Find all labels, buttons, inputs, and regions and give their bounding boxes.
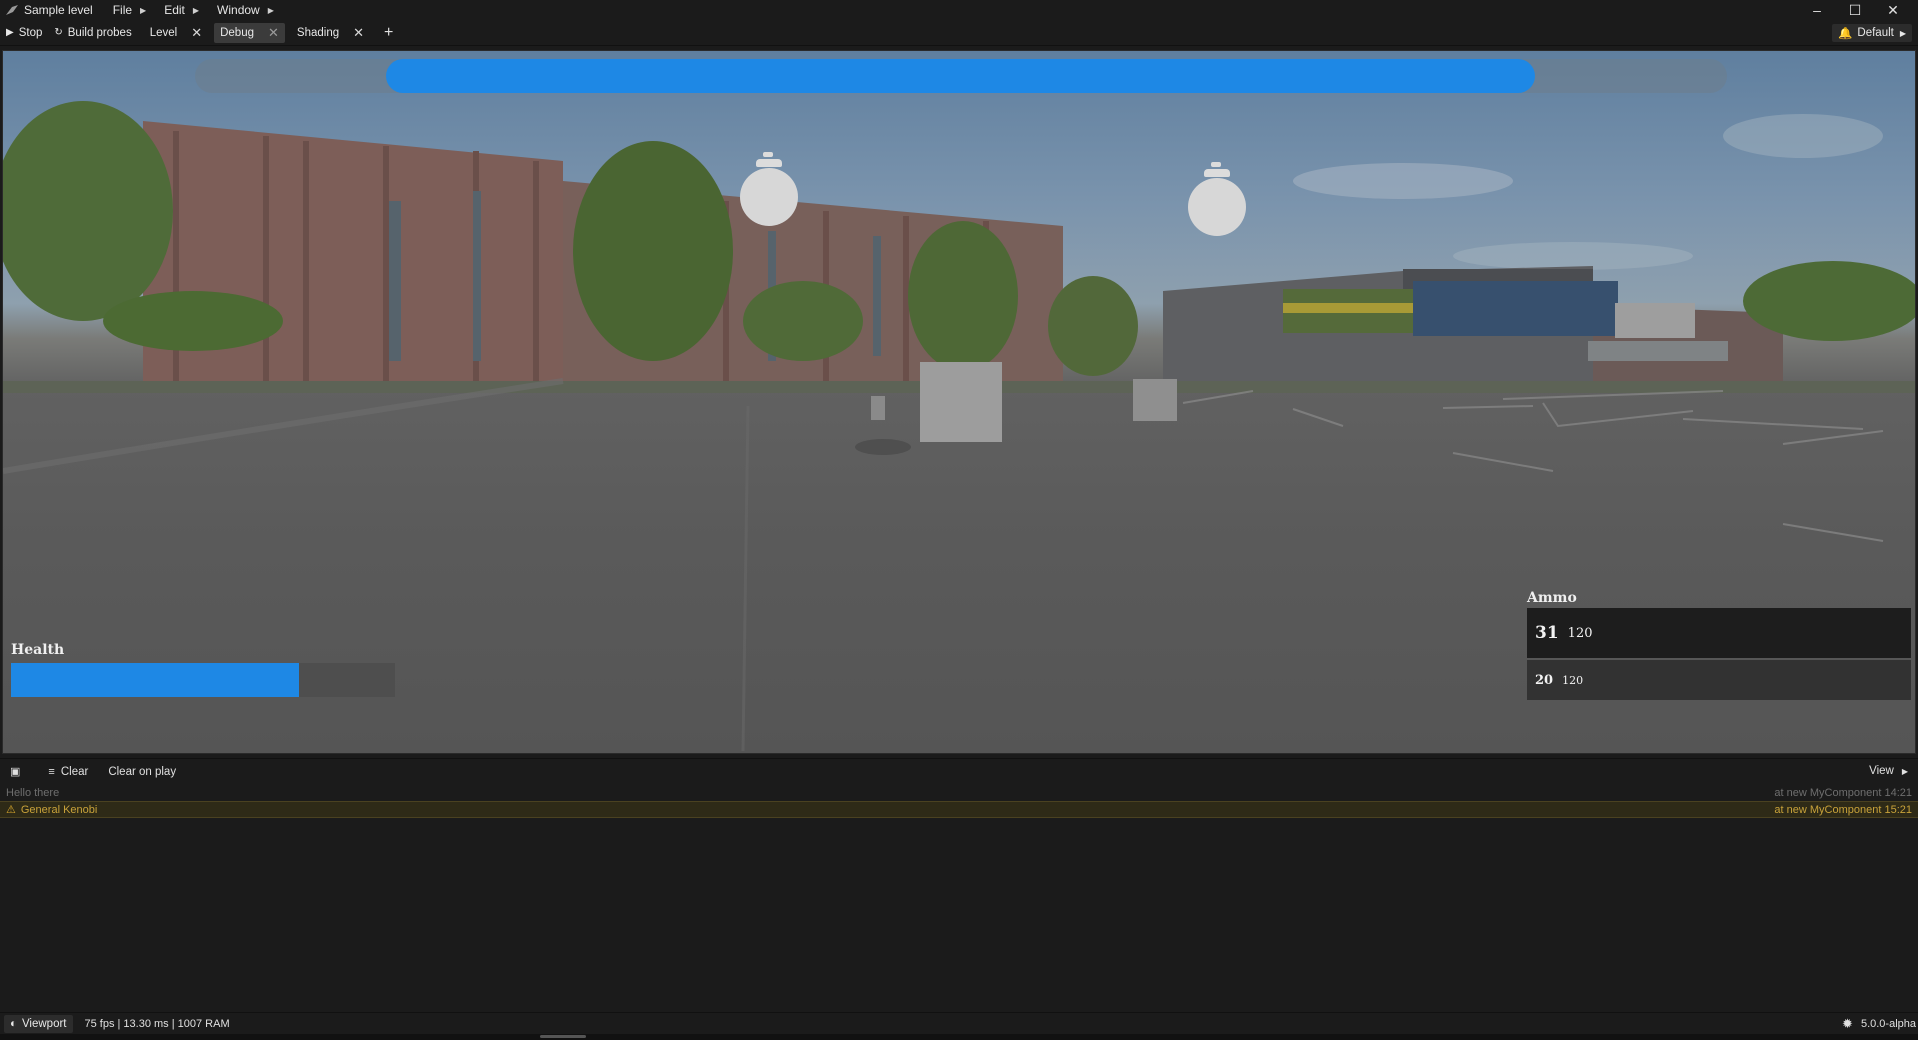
- title-bar: Sample level File ▶ Edit ▶ Window ▶ – ☐ ✕: [0, 0, 1918, 20]
- ammo-label: Ammo: [1527, 590, 1577, 606]
- grey-box[interactable]: [1133, 379, 1177, 421]
- stop-label: Stop: [18, 26, 43, 39]
- menu-file-label: File: [112, 3, 133, 17]
- refresh-icon: ↻: [54, 27, 63, 38]
- add-tab-button[interactable]: +: [384, 24, 393, 42]
- version-label: 5.0.0-alpha: [1860, 1018, 1916, 1030]
- close-tab-icon[interactable]: ✕: [268, 25, 279, 41]
- light-probe-orb[interactable]: [740, 168, 798, 226]
- ammo-reserve: 120: [1567, 625, 1593, 641]
- tab-shading[interactable]: Shading ✕: [291, 23, 370, 43]
- window-controls: – ☐ ✕: [1798, 0, 1912, 20]
- chevron-right-icon: ▶: [267, 5, 274, 15]
- ammo-row-secondary: 20 120: [1527, 660, 1911, 700]
- clear-on-play-label: Clear on play: [108, 765, 177, 778]
- status-bar: ◐ Viewport 75 fps | 13.30 ms | 1007 RAM …: [0, 1012, 1918, 1034]
- terminal-icon: ▣: [10, 766, 21, 778]
- tab-debug[interactable]: Debug ✕: [214, 22, 285, 43]
- log-source[interactable]: at new MyComponent 14:21: [1774, 787, 1912, 799]
- menu-window-label: Window: [217, 3, 260, 17]
- tab-level-label: Level: [149, 26, 178, 39]
- orb-top-cap: [1211, 162, 1221, 167]
- viewport-label: Viewport: [21, 1017, 67, 1030]
- close-button[interactable]: ✕: [1874, 2, 1912, 19]
- stop-button[interactable]: ▶ Stop: [6, 27, 42, 39]
- console-log[interactable]: Hello there at new MyComponent 14:21 ⚠ G…: [0, 784, 1918, 1000]
- bell-icon: 🔔: [1838, 28, 1853, 40]
- chevron-right-icon: ▶: [1899, 28, 1906, 38]
- minimize-button[interactable]: –: [1798, 2, 1836, 18]
- bug-icon[interactable]: ✹: [1842, 1016, 1853, 1032]
- stop-play-icon: ▶: [6, 27, 14, 38]
- ammo-current: 31: [1535, 623, 1559, 643]
- ammo-reserve: 120: [1562, 673, 1584, 687]
- log-row-warning[interactable]: ⚠ General Kenobi at new MyComponent 15:2…: [0, 801, 1918, 818]
- console-toolbar: ▣ ≡ Clear Clear on play View ▶: [0, 758, 1918, 784]
- menu-edit[interactable]: Edit ▶: [164, 3, 199, 17]
- grey-cube[interactable]: [920, 362, 1002, 442]
- light-probe-orb[interactable]: [1188, 178, 1246, 236]
- version-info: ✹ 5.0.0-alpha: [1842, 1016, 1916, 1032]
- game-viewport[interactable]: Health Ammo 31 120 20 120: [2, 50, 1916, 754]
- health-bar-fill: [11, 663, 299, 697]
- app-logo-icon: [0, 0, 24, 20]
- warning-icon: ⚠: [6, 804, 16, 816]
- tab-shading-label: Shading: [296, 26, 340, 39]
- orb-cap: [756, 159, 782, 167]
- chevron-right-icon: ▶: [1901, 766, 1908, 776]
- log-source[interactable]: at new MyComponent 15:21: [1774, 804, 1912, 816]
- grey-post[interactable]: [871, 396, 885, 420]
- clear-label: Clear: [60, 765, 89, 778]
- layout-label: Default: [1857, 27, 1894, 39]
- view-label: View: [1869, 765, 1894, 777]
- maximize-button[interactable]: ☐: [1836, 2, 1874, 19]
- orb-top-cap: [763, 152, 773, 157]
- clear-button[interactable]: ≡ Clear: [48, 766, 88, 778]
- close-tab-icon[interactable]: ✕: [353, 25, 364, 41]
- orb-cap: [1204, 169, 1230, 177]
- horizontal-scroll-thumb[interactable]: [540, 1035, 586, 1038]
- toolbar: ▶ Stop ↻ Build probes Level ✕ Debug ✕ Sh…: [0, 20, 1918, 46]
- log-message: General Kenobi: [20, 803, 98, 816]
- build-probes-button[interactable]: ↻ Build probes: [54, 27, 131, 39]
- tab-level[interactable]: Level ✕: [144, 23, 208, 43]
- top-progress-fill: [386, 59, 1535, 93]
- window-title: Sample level: [24, 3, 93, 17]
- layout-dropdown[interactable]: 🔔 Default ▶: [1832, 24, 1912, 42]
- viewport-button[interactable]: ◐ Viewport: [4, 1014, 73, 1033]
- bottom-scroll-track: [0, 1034, 1918, 1040]
- ammo-current: 20: [1535, 672, 1554, 688]
- performance-stats: 75 fps | 13.30 ms | 1007 RAM: [84, 1017, 230, 1030]
- chevron-right-icon: ▶: [140, 5, 147, 15]
- menu-edit-label: Edit: [164, 3, 185, 17]
- close-tab-icon[interactable]: ✕: [191, 25, 202, 41]
- build-probes-label: Build probes: [67, 26, 132, 39]
- globe-icon: ◐: [10, 1017, 17, 1030]
- log-message: Hello there: [6, 786, 60, 799]
- tab-debug-label: Debug: [220, 26, 254, 39]
- log-row[interactable]: Hello there at new MyComponent 14:21: [0, 784, 1918, 801]
- lines-icon: ≡: [48, 765, 55, 778]
- clear-on-play-toggle[interactable]: Clear on play: [108, 766, 176, 778]
- chevron-right-icon: ▶: [192, 5, 200, 15]
- menu-window[interactable]: Window ▶: [217, 3, 274, 17]
- health-label: Health: [11, 642, 65, 658]
- menu-file[interactable]: File ▶: [113, 3, 147, 17]
- ammo-row-primary: 31 120: [1527, 608, 1911, 658]
- view-dropdown[interactable]: View ▶: [1869, 765, 1908, 777]
- console-toggle-button[interactable]: ▣: [10, 765, 26, 778]
